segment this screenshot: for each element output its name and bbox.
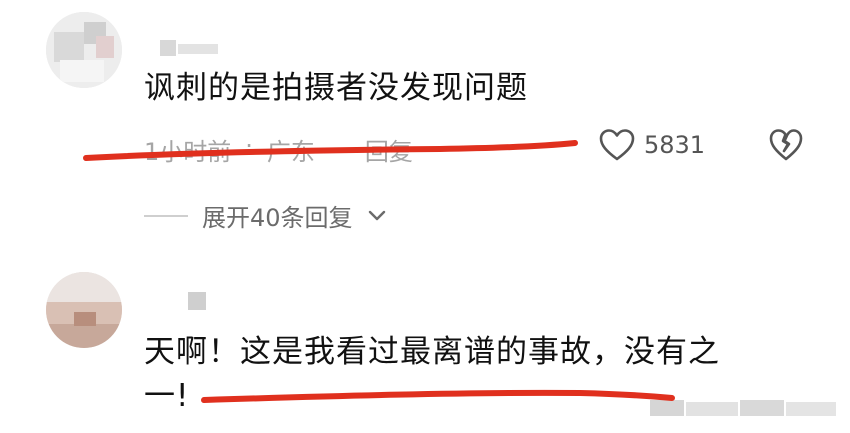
comment-1: 讽刺的是拍摄者没发现问题 1小时前 · 广东 回复 5831 展开40条回复 bbox=[0, 0, 850, 258]
comment-text-line-1: 天啊！这是我看过最离谱的事故，没有之 bbox=[144, 334, 720, 370]
comment-text-line-2: 一! bbox=[144, 378, 190, 414]
username[interactable] bbox=[188, 292, 210, 314]
dislike-button[interactable] bbox=[768, 128, 804, 166]
heart-outline-icon bbox=[599, 129, 635, 161]
avatar[interactable] bbox=[46, 272, 122, 348]
like-button[interactable]: 5831 bbox=[598, 128, 705, 162]
chevron-down-icon bbox=[368, 210, 385, 220]
expand-divider bbox=[144, 214, 188, 217]
location: 广东 bbox=[266, 138, 315, 166]
reply-button[interactable]: 回复 bbox=[365, 132, 413, 167]
watermark bbox=[650, 396, 840, 422]
expand-replies-label: 展开40条回复 bbox=[202, 204, 353, 232]
comment-2: 天啊！这是我看过最离谱的事故，没有之 一! bbox=[0, 258, 850, 433]
comment-text: 讽刺的是拍摄者没发现问题 bbox=[144, 70, 528, 106]
comment-meta: 1小时前 · 广东 回复 bbox=[144, 132, 413, 167]
timestamp: 1小时前 bbox=[144, 138, 232, 166]
like-count: 5831 bbox=[644, 131, 706, 159]
username[interactable] bbox=[160, 38, 220, 58]
meta-separator: · bbox=[245, 132, 253, 160]
broken-heart-icon bbox=[769, 129, 803, 161]
expand-replies[interactable]: 展开40条回复 bbox=[144, 198, 387, 233]
avatar[interactable] bbox=[46, 12, 122, 88]
